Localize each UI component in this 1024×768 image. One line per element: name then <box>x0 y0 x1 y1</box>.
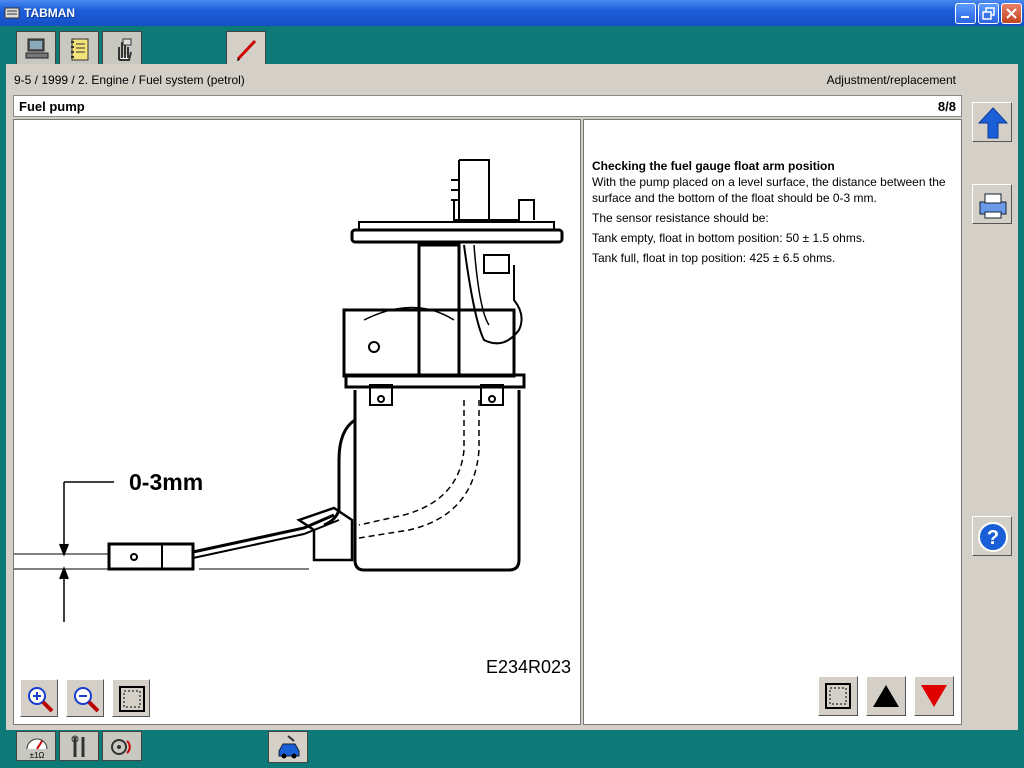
fuel-pump-illustration <box>14 159 564 622</box>
car-icon <box>278 735 300 759</box>
computer-tab-button[interactable] <box>16 31 56 65</box>
app-icon <box>4 7 20 19</box>
tools-tab-button[interactable] <box>59 731 99 761</box>
fit-text-button[interactable] <box>818 676 858 716</box>
gauge-icon: ±1Ω <box>26 738 48 759</box>
previous-page-button[interactable] <box>866 676 906 716</box>
close-button[interactable] <box>1001 3 1022 24</box>
zoom-out-icon <box>74 687 100 713</box>
close-icon <box>1006 8 1017 19</box>
diagnosis-icon <box>111 739 131 755</box>
diagnosis-tab-button[interactable] <box>102 731 142 761</box>
next-page-button[interactable] <box>914 676 954 716</box>
arrow-up-icon <box>977 107 1009 139</box>
restore-button[interactable] <box>978 3 999 24</box>
instruction-heading: Checking the fuel gauge float arm positi… <box>592 159 835 173</box>
instruction-paragraph: Tank full, float in top position: 425 ± … <box>592 251 836 265</box>
triangle-down-icon <box>921 685 947 707</box>
notebook-tab-button[interactable] <box>59 31 99 65</box>
help-icon: ? <box>978 522 1008 552</box>
zoom-out-button[interactable] <box>66 679 104 717</box>
zoom-in-button[interactable] <box>20 679 58 717</box>
top-toolbar <box>0 26 1024 65</box>
breadcrumb: 9-5 / 1999 / 2. Engine / Fuel system (pe… <box>14 73 245 87</box>
fit-icon <box>119 686 145 712</box>
instruction-text-panel: Checking the fuel gauge float arm positi… <box>583 119 962 725</box>
instruction-body: Checking the fuel gauge float arm positi… <box>592 158 952 270</box>
up-level-button[interactable] <box>972 102 1012 142</box>
bottom-toolbar: ±1Ω <box>0 730 1024 768</box>
page-header: Fuel pump 8/8 <box>13 95 962 117</box>
zoom-in-icon <box>28 687 54 713</box>
computer-icon <box>25 38 49 59</box>
title-bar: TABMAN <box>0 0 1024 26</box>
page-number: 8/8 <box>937 99 956 114</box>
help-button[interactable]: ? <box>972 516 1012 556</box>
instruction-paragraph: With the pump placed on a level surface,… <box>592 175 946 205</box>
pen-icon <box>236 39 257 61</box>
measure-tab-button[interactable]: ±1Ω <box>16 731 56 761</box>
fit-icon <box>825 683 851 709</box>
wrench-icon <box>71 735 85 757</box>
svg-text:±1Ω: ±1Ω <box>30 751 45 759</box>
page-title: Fuel pump <box>19 99 85 114</box>
main-panel: 9-5 / 1999 / 2. Engine / Fuel system (pe… <box>6 64 1018 730</box>
minimize-button[interactable] <box>955 3 976 24</box>
triangle-up-icon <box>873 685 899 707</box>
restore-icon <box>982 7 995 20</box>
dimension-label: 0-3mm <box>129 469 204 495</box>
notebook-icon <box>71 38 89 61</box>
illustration-panel: 0-3mm E234R023 <box>13 119 581 725</box>
print-button[interactable] <box>972 184 1012 224</box>
instruction-paragraph: The sensor resistance should be: <box>592 211 769 225</box>
section-type: Adjustment/replacement <box>826 73 956 87</box>
minimize-icon <box>961 16 969 18</box>
vehicle-tab-button[interactable] <box>268 731 308 763</box>
printer-icon <box>979 193 1007 219</box>
hand-icon <box>118 38 132 61</box>
hand-tab-button[interactable] <box>102 31 142 65</box>
fit-view-button[interactable] <box>112 679 150 717</box>
instruction-paragraph: Tank empty, float in bottom position: 50… <box>592 231 866 245</box>
window-title: TABMAN <box>24 6 76 20</box>
pen-tab-button[interactable] <box>226 31 266 65</box>
figure-code: E234R023 <box>486 657 572 677</box>
svg-text:?: ? <box>987 527 999 549</box>
